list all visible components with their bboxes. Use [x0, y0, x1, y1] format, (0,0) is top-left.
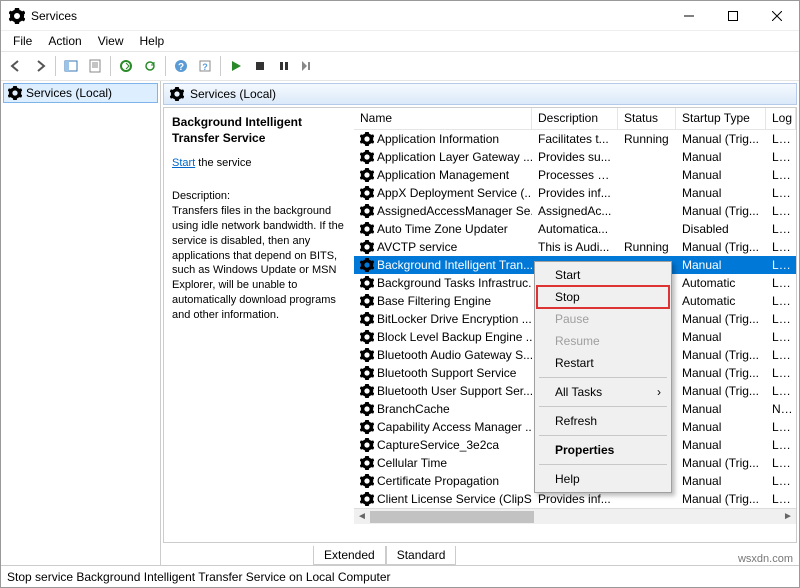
- refresh-button[interactable]: [139, 55, 161, 77]
- list-header: Services (Local): [163, 83, 797, 105]
- main-pane: Services (Local) Background Intelligent …: [161, 81, 799, 565]
- gear-icon: [360, 276, 374, 290]
- view-tabs: Extended Standard: [163, 543, 797, 565]
- services-list: Name Description Status Startup Type Log…: [354, 108, 796, 542]
- ctx-resume: Resume: [537, 330, 669, 352]
- close-button[interactable]: [755, 1, 799, 31]
- svg-text:?: ?: [178, 62, 184, 73]
- properties-button[interactable]: [84, 55, 106, 77]
- menubar: File Action View Help: [1, 31, 799, 51]
- gear-icon: [170, 87, 184, 101]
- ctx-stop[interactable]: Stop: [537, 286, 669, 308]
- help-button[interactable]: ?: [170, 55, 192, 77]
- tab-standard[interactable]: Standard: [386, 546, 457, 565]
- scroll-right-icon[interactable]: ►: [780, 509, 796, 525]
- forward-button[interactable]: [29, 55, 51, 77]
- detail-desc-label: Description:: [172, 189, 346, 204]
- col-logon[interactable]: Log: [766, 108, 796, 129]
- table-row[interactable]: Application Layer Gateway ...Provides su…: [354, 148, 796, 166]
- gear-icon: [360, 402, 374, 416]
- ctx-refresh[interactable]: Refresh: [537, 410, 669, 432]
- gear-icon: [360, 384, 374, 398]
- back-button[interactable]: [5, 55, 27, 77]
- column-headers: Name Description Status Startup Type Log: [354, 108, 796, 130]
- detail-service-name: Background Intelligent Transfer Service: [172, 114, 346, 146]
- gear-icon: [360, 330, 374, 344]
- detail-pane: Background Intelligent Transfer Service …: [164, 108, 354, 542]
- col-name[interactable]: Name: [354, 108, 532, 129]
- restart-service-button[interactable]: [297, 55, 319, 77]
- gear-icon: [360, 186, 374, 200]
- app-icon: [9, 8, 25, 24]
- start-link[interactable]: Start: [172, 157, 195, 169]
- nav-root-item[interactable]: Services (Local): [3, 83, 158, 103]
- svg-text:?: ?: [202, 62, 208, 72]
- gear-icon: [360, 474, 374, 488]
- gear-icon: [360, 438, 374, 452]
- list-header-label: Services (Local): [190, 87, 276, 101]
- context-menu: Start Stop Pause Resume Restart All Task…: [534, 261, 672, 493]
- nav-pane: Services (Local): [1, 81, 161, 565]
- menu-help[interactable]: Help: [132, 34, 173, 48]
- scroll-thumb[interactable]: [370, 511, 534, 523]
- watermark: wsxdn.com: [738, 553, 793, 565]
- ctx-help[interactable]: Help: [537, 468, 669, 490]
- export-button[interactable]: [115, 55, 137, 77]
- gear-icon: [360, 258, 374, 272]
- col-description[interactable]: Description: [532, 108, 618, 129]
- gear-icon: [360, 132, 374, 146]
- table-row[interactable]: AVCTP serviceThis is Audi...RunningManua…: [354, 238, 796, 256]
- tab-extended[interactable]: Extended: [313, 546, 386, 565]
- gear-icon: [8, 86, 22, 100]
- stop-service-button[interactable]: [249, 55, 271, 77]
- col-status[interactable]: Status: [618, 108, 676, 129]
- gear-icon: [360, 366, 374, 380]
- gear-icon: [360, 204, 374, 218]
- table-row[interactable]: AssignedAccessManager Se...AssignedAc...…: [354, 202, 796, 220]
- status-text: Stop service Background Intelligent Tran…: [7, 570, 391, 584]
- horizontal-scrollbar[interactable]: ◄ ►: [354, 508, 796, 524]
- titlebar: Services: [1, 1, 799, 31]
- gear-icon: [360, 456, 374, 470]
- menu-view[interactable]: View: [90, 34, 132, 48]
- table-row[interactable]: Application InformationFacilitates t...R…: [354, 130, 796, 148]
- menu-file[interactable]: File: [5, 34, 40, 48]
- minimize-button[interactable]: [667, 1, 711, 31]
- detail-desc-text: Transfers files in the background using …: [172, 204, 346, 323]
- services-window: Services File Action View Help ? ? Servi…: [0, 0, 800, 588]
- show-hide-tree-button[interactable]: [60, 55, 82, 77]
- col-startup-type[interactable]: Startup Type: [676, 108, 766, 129]
- gear-icon: [360, 222, 374, 236]
- ctx-properties[interactable]: Properties: [537, 439, 669, 461]
- ctx-start[interactable]: Start: [537, 264, 669, 286]
- ctx-restart[interactable]: Restart: [537, 352, 669, 374]
- detail-action-line: Start the service: [172, 156, 346, 171]
- gear-icon: [360, 420, 374, 434]
- context-help-button[interactable]: ?: [194, 55, 216, 77]
- gear-icon: [360, 492, 374, 506]
- menu-action[interactable]: Action: [40, 34, 89, 48]
- gear-icon: [360, 294, 374, 308]
- gear-icon: [360, 312, 374, 326]
- scroll-left-icon[interactable]: ◄: [354, 509, 370, 525]
- gear-icon: [360, 240, 374, 254]
- pause-service-button[interactable]: [273, 55, 295, 77]
- ctx-pause: Pause: [537, 308, 669, 330]
- ctx-all-tasks[interactable]: All Tasks: [537, 381, 669, 403]
- gear-icon: [360, 168, 374, 182]
- nav-root-label: Services (Local): [26, 86, 112, 100]
- window-title: Services: [31, 9, 667, 23]
- table-row[interactable]: Auto Time Zone UpdaterAutomatica...Disab…: [354, 220, 796, 238]
- start-service-button[interactable]: [225, 55, 247, 77]
- maximize-button[interactable]: [711, 1, 755, 31]
- statusbar: Stop service Background Intelligent Tran…: [1, 565, 799, 587]
- table-row[interactable]: AppX Deployment Service (...Provides inf…: [354, 184, 796, 202]
- gear-icon: [360, 150, 374, 164]
- gear-icon: [360, 348, 374, 362]
- table-row[interactable]: Application ManagementProcesses in...Man…: [354, 166, 796, 184]
- toolbar: ? ?: [1, 51, 799, 81]
